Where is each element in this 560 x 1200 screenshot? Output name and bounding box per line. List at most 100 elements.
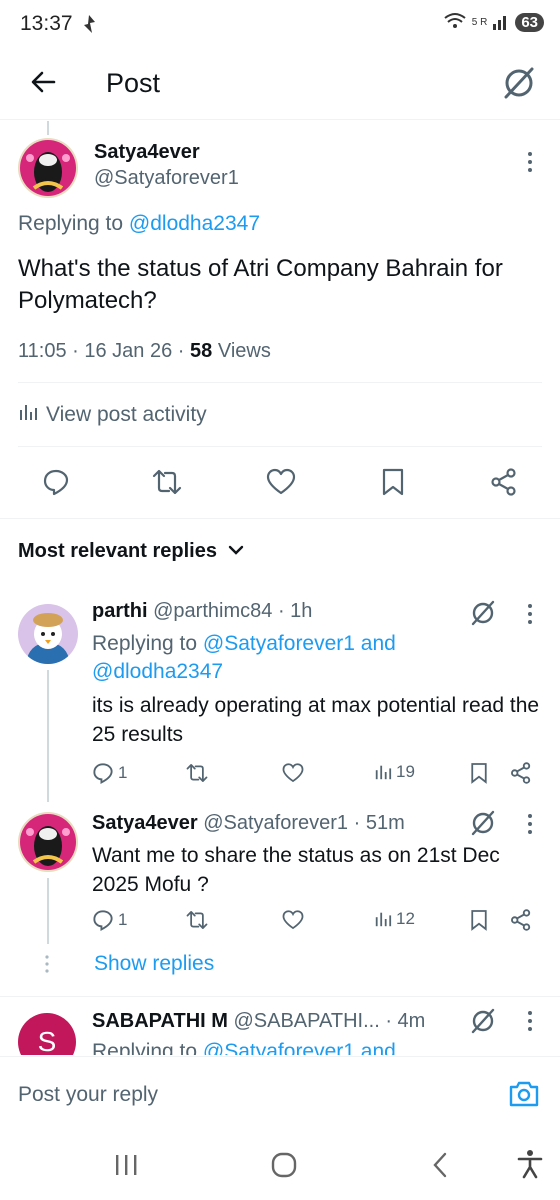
page-title: Post bbox=[106, 68, 161, 98]
reply-author-name[interactable]: Satya4ever bbox=[92, 812, 198, 834]
replying-to-link[interactable]: @dlodha2347 bbox=[129, 212, 260, 235]
meta-separator: · bbox=[177, 340, 185, 362]
bookmark-icon[interactable] bbox=[470, 909, 488, 936]
meta-separator: · bbox=[385, 1010, 392, 1032]
replying-prefix: Replying to bbox=[92, 632, 198, 655]
avatar-letter: S bbox=[37, 1026, 57, 1055]
repost-icon[interactable] bbox=[152, 468, 182, 496]
post-meta: 11:05 · 16 Jan 26 · 58 Views bbox=[18, 340, 271, 363]
grok-icon[interactable] bbox=[500, 64, 538, 102]
reply-author-handle[interactable]: @parthimc84 bbox=[153, 600, 272, 622]
reply-author-name[interactable]: SABAPATHI M bbox=[92, 1010, 228, 1032]
reply-avatar[interactable] bbox=[18, 604, 78, 664]
divider bbox=[18, 446, 542, 447]
status-bar: 13:37 5 R 63 bbox=[0, 0, 560, 50]
divider bbox=[18, 382, 542, 383]
back-arrow-icon[interactable] bbox=[26, 64, 62, 100]
like-icon[interactable] bbox=[282, 909, 304, 936]
accessibility-icon[interactable] bbox=[516, 1149, 544, 1184]
reply-time: 1h bbox=[290, 600, 313, 622]
bookmark-icon[interactable] bbox=[381, 468, 405, 496]
repost-icon[interactable] bbox=[186, 762, 208, 789]
wifi-icon bbox=[444, 12, 466, 33]
repost-icon[interactable] bbox=[186, 909, 208, 936]
camera-icon[interactable] bbox=[508, 1079, 540, 1109]
reply-composer: Post your reply bbox=[0, 1057, 560, 1133]
thread-connector bbox=[47, 878, 49, 944]
chevron-down-icon bbox=[227, 540, 245, 563]
reply-author-handle[interactable]: @SABAPATHI... bbox=[233, 1010, 379, 1032]
reply-header: SABAPATHI M @SABAPATHI... · 4m bbox=[92, 1010, 425, 1033]
author-name[interactable]: Satya4ever bbox=[94, 141, 200, 164]
divider bbox=[0, 518, 560, 519]
post-time: 11:05 bbox=[18, 340, 67, 362]
grok-icon[interactable] bbox=[468, 1006, 498, 1036]
bookmark-icon[interactable] bbox=[470, 762, 488, 789]
view-activity-button[interactable]: View post activity bbox=[18, 402, 207, 428]
views-count: 58 bbox=[190, 340, 213, 362]
more-icon[interactable] bbox=[520, 602, 540, 626]
reply-author-handle[interactable]: @Satyaforever1 bbox=[203, 812, 348, 834]
reply-button[interactable]: 1 bbox=[92, 909, 127, 931]
reply-replying-to: Replying to @Satyaforever1 and bbox=[92, 1040, 396, 1055]
back-nav-icon[interactable] bbox=[430, 1151, 450, 1184]
top-app-bar: Post bbox=[0, 50, 560, 120]
grok-icon[interactable] bbox=[468, 808, 498, 838]
reply-button[interactable]: 1 bbox=[92, 762, 127, 784]
view-activity-label: View post activity bbox=[46, 403, 207, 426]
reply-count: 1 bbox=[118, 763, 128, 782]
views-button[interactable]: 19 bbox=[374, 762, 415, 782]
app-notification-icon bbox=[82, 14, 96, 39]
replying-to-line: Replying to @dlodha2347 bbox=[18, 212, 260, 236]
reply-count: 1 bbox=[118, 910, 128, 929]
reply-replying-to: Replying to @Satyaforever1 and @dlodha23… bbox=[92, 630, 492, 686]
signal-label: 5 R bbox=[471, 17, 488, 28]
reply-time: 51m bbox=[365, 812, 405, 834]
share-icon[interactable] bbox=[490, 468, 518, 496]
share-icon[interactable] bbox=[510, 909, 532, 936]
reply-author-name[interactable]: parthi bbox=[92, 600, 148, 622]
thread-connector bbox=[47, 121, 49, 135]
views-button[interactable]: 12 bbox=[374, 909, 415, 929]
author-handle[interactable]: @Satyaforever1 bbox=[94, 167, 239, 190]
show-replies-link[interactable]: Show replies bbox=[94, 952, 214, 976]
share-icon[interactable] bbox=[510, 762, 532, 789]
more-icon[interactable] bbox=[520, 1009, 540, 1033]
reply-action-bar: 1 19 bbox=[92, 760, 542, 788]
meta-separator: · bbox=[353, 812, 361, 834]
status-indicators: 5 R 63 bbox=[444, 12, 544, 33]
replies-sort-button[interactable]: Most relevant replies bbox=[18, 540, 245, 563]
reply-header: parthi @parthimc84 · 1h bbox=[92, 600, 312, 623]
meta-separator: · bbox=[72, 340, 79, 362]
views-count: 19 bbox=[396, 762, 415, 781]
replies-sort-label: Most relevant replies bbox=[18, 540, 217, 562]
reply-icon[interactable] bbox=[42, 468, 70, 496]
views-label: Views bbox=[217, 340, 271, 362]
recent-apps-icon[interactable] bbox=[114, 1153, 140, 1182]
system-nav-bar bbox=[0, 1133, 560, 1200]
reply-text: Want me to share the status as on 21st D… bbox=[92, 844, 500, 896]
reply-time: 4m bbox=[397, 1010, 426, 1032]
status-time: 13:37 bbox=[20, 12, 73, 35]
reply-header: Satya4ever @Satyaforever1 · 51m bbox=[92, 812, 405, 835]
home-icon[interactable] bbox=[270, 1151, 298, 1184]
reply-text: its is already operating at max potentia… bbox=[92, 694, 540, 746]
replying-to-link[interactable]: @Satyaforever1 and bbox=[203, 1040, 396, 1055]
grok-icon[interactable] bbox=[468, 598, 498, 628]
battery-indicator: 63 bbox=[515, 13, 544, 32]
more-icon[interactable] bbox=[520, 150, 540, 174]
views-count: 12 bbox=[396, 909, 415, 928]
more-icon[interactable] bbox=[520, 812, 540, 836]
post-date: 16 Jan 26 bbox=[84, 340, 173, 362]
reply-avatar[interactable] bbox=[18, 812, 78, 872]
like-icon[interactable] bbox=[266, 468, 296, 496]
replying-prefix: Replying to bbox=[92, 1040, 198, 1055]
like-icon[interactable] bbox=[282, 762, 304, 789]
reply-item: S SABAPATHI M @SABAPATHI... · 4m Replyin… bbox=[0, 997, 560, 1055]
reply-input[interactable]: Post your reply bbox=[18, 1083, 158, 1107]
views-icon bbox=[18, 402, 38, 428]
author-avatar[interactable] bbox=[18, 138, 78, 198]
reply-avatar[interactable]: S bbox=[18, 1013, 76, 1055]
post-action-bar bbox=[0, 462, 560, 506]
replying-prefix: Replying to bbox=[18, 212, 124, 235]
